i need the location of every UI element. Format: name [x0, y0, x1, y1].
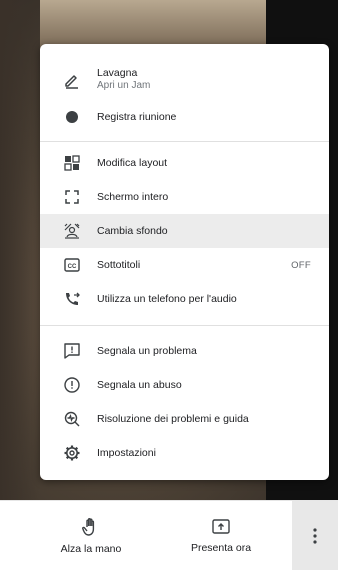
menu-item-captions[interactable]: CC Sottotitoli OFF: [40, 248, 329, 282]
feedback-icon: [62, 341, 82, 361]
bottom-toolbar: Alza la mano Presenta ora: [0, 500, 338, 570]
layout-grid-icon: [62, 153, 82, 173]
menu-item-troubleshooting[interactable]: Risoluzione dei problemi e guida: [40, 402, 329, 436]
captions-status: OFF: [291, 259, 311, 271]
menu-item-label: Registra riunione: [97, 111, 177, 123]
menu-item-label: Modifica layout: [97, 157, 168, 169]
menu-item-full-screen[interactable]: Schermo intero: [40, 180, 329, 214]
menu-item-label: Segnala un problema: [97, 345, 197, 357]
menu-item-whiteboard[interactable]: Lavagna Apri un Jam: [40, 60, 329, 100]
options-menu: Lavagna Apri un Jam Registra riunione Mo…: [40, 44, 329, 480]
fullscreen-icon: [62, 187, 82, 207]
closed-captions-icon: CC: [62, 255, 82, 275]
video-shade: [0, 0, 40, 500]
menu-item-label: Segnala un abuso: [97, 379, 182, 391]
menu-divider: [40, 325, 329, 326]
menu-item-label: Sottotitoli: [97, 259, 141, 271]
menu-item-settings[interactable]: Impostazioni: [40, 436, 329, 470]
background-effects-icon: [62, 221, 82, 241]
present-now-label: Presenta ora: [190, 541, 252, 554]
phone-forward-icon: [62, 289, 82, 309]
menu-item-label: Risoluzione dei problemi e guida: [97, 413, 249, 425]
gear-icon: [62, 443, 82, 463]
menu-item-report-problem[interactable]: Segnala un problema: [40, 334, 329, 368]
more-vertical-icon: [312, 527, 318, 545]
menu-item-phone-audio[interactable]: Utilizza un telefono per l'audio: [40, 282, 329, 316]
pen-icon: [62, 70, 82, 90]
menu-item-record-meeting[interactable]: Registra riunione: [40, 100, 329, 134]
alert-circle-icon: [62, 375, 82, 395]
troubleshoot-icon: [62, 409, 82, 429]
present-screen-icon: [211, 518, 231, 536]
raise-hand-label: Alza la mano: [60, 542, 122, 555]
present-now-button[interactable]: Presenta ora: [166, 501, 276, 570]
menu-item-label: Schermo intero: [97, 191, 169, 203]
raise-hand-button[interactable]: Alza la mano: [36, 501, 146, 570]
menu-item-change-background[interactable]: Cambia sfondo: [40, 214, 329, 248]
menu-item-label: Lavagna: [97, 67, 138, 79]
menu-item-sublabel: Apri un Jam: [97, 80, 151, 91]
record-dot-icon: [62, 107, 82, 127]
menu-divider: [40, 141, 329, 142]
svg-text:CC: CC: [68, 264, 77, 270]
menu-item-label: Impostazioni: [97, 447, 156, 459]
menu-item-label: Cambia sfondo: [97, 225, 168, 237]
menu-item-label: Utilizza un telefono per l'audio: [97, 293, 237, 305]
raise-hand-icon: [81, 517, 101, 537]
menu-item-report-abuse[interactable]: Segnala un abuso: [40, 368, 329, 402]
more-options-button[interactable]: [292, 501, 338, 570]
menu-item-change-layout[interactable]: Modifica layout: [40, 146, 329, 180]
